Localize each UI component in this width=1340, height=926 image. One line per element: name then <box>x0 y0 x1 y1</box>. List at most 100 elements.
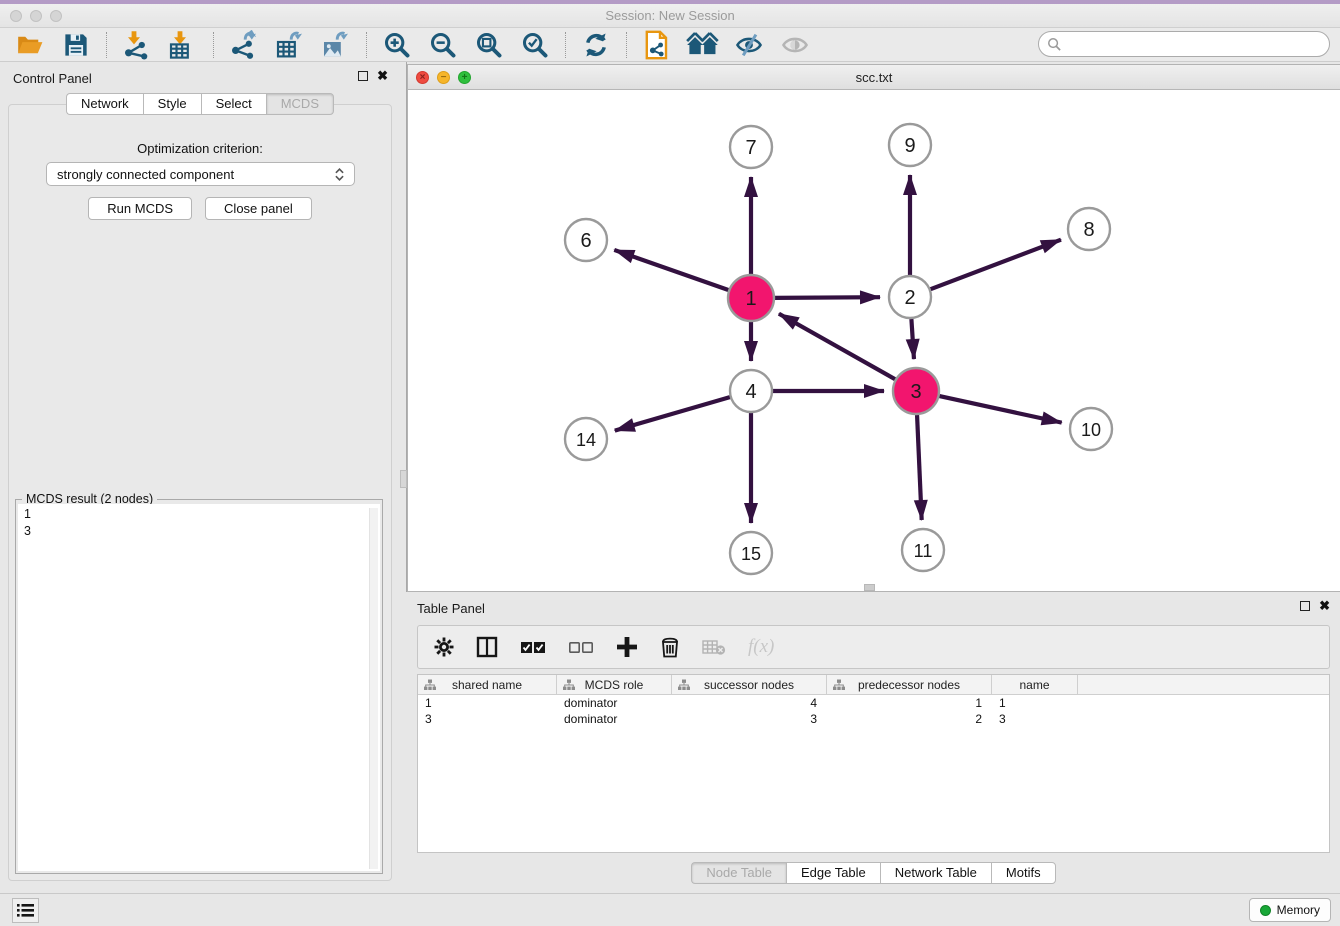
deselect-all-icon[interactable] <box>568 639 594 655</box>
zoom-in-icon[interactable] <box>380 30 414 60</box>
panel-splitter[interactable] <box>400 62 407 592</box>
table-cell[interactable]: 1 <box>418 695 557 711</box>
delete-table-icon[interactable] <box>702 638 726 656</box>
import-table-icon[interactable] <box>166 30 200 60</box>
close-panel-icon[interactable]: ✖ <box>377 71 388 81</box>
graph-edge-3-11[interactable] <box>917 415 922 520</box>
task-history-button[interactable] <box>12 898 39 923</box>
show-graphics-details-icon[interactable] <box>778 30 812 60</box>
tab-style[interactable]: Style <box>143 93 201 115</box>
graph-node-label: 9 <box>904 135 915 157</box>
home-view-icon[interactable] <box>686 30 720 60</box>
splitter-handle[interactable] <box>400 470 407 488</box>
float-panel-icon[interactable] <box>358 71 368 81</box>
new-network-from-selection-icon[interactable] <box>640 30 674 60</box>
zoom-selected-icon[interactable] <box>518 30 552 60</box>
table-cell[interactable]: 4 <box>672 695 827 711</box>
hide-graphics-details-icon[interactable] <box>732 30 766 60</box>
tab-network[interactable]: Network <box>66 93 143 115</box>
export-network-icon[interactable] <box>227 30 261 60</box>
zoom-fit-icon[interactable] <box>472 30 506 60</box>
result-scrollbar[interactable] <box>369 508 378 869</box>
canvas-resize-handle[interactable] <box>864 584 875 591</box>
search-icon <box>1047 37 1062 52</box>
select-all-icon[interactable] <box>520 639 546 655</box>
network-view-titlebar[interactable]: × − + scc.txt <box>408 65 1340 90</box>
mcds-result-list[interactable]: 1 3 <box>18 504 380 871</box>
apply-function-icon[interactable]: f(x) <box>748 636 774 658</box>
application-window: Session: New Session <box>0 0 1340 926</box>
float-table-panel-icon[interactable] <box>1300 601 1310 611</box>
optimization-criterion-label: Optimization criterion: <box>9 141 391 156</box>
graph-edge-2-3[interactable] <box>911 319 914 359</box>
save-session-icon[interactable] <box>59 30 93 60</box>
graph-node-label: 8 <box>1083 219 1094 241</box>
table-header-row: shared nameMCDS rolesuccessor nodesprede… <box>418 675 1329 695</box>
column-header-predecessor-nodes[interactable]: predecessor nodes <box>827 675 992 694</box>
table-row[interactable]: 3dominator323 <box>418 711 1329 727</box>
close-table-panel-icon[interactable]: ✖ <box>1319 601 1330 611</box>
select-stepper-icon <box>335 168 344 181</box>
table-cell[interactable]: 1 <box>827 695 992 711</box>
table-cell[interactable]: 3 <box>992 711 1078 727</box>
window-title: Session: New Session <box>0 8 1340 23</box>
tab-edge-table[interactable]: Edge Table <box>786 862 880 884</box>
search-input[interactable] <box>1062 37 1321 52</box>
graph-edge-1-6[interactable] <box>614 250 728 290</box>
tree-icon <box>678 679 690 691</box>
mcds-result-group: MCDS result (2 nodes) 1 3 <box>15 499 383 874</box>
export-image-icon[interactable] <box>319 30 353 60</box>
column-header-MCDS-role[interactable]: MCDS role <box>557 675 672 694</box>
export-table-icon[interactable] <box>273 30 307 60</box>
graph-edge-4-14[interactable] <box>615 397 730 430</box>
table-cell[interactable]: dominator <box>557 695 672 711</box>
control-panel-title: Control Panel <box>13 71 92 86</box>
network-graph[interactable]: 7968124314101511 <box>408 90 1339 591</box>
graph-edge-3-10[interactable] <box>939 396 1061 423</box>
zoom-out-icon[interactable] <box>426 30 460 60</box>
open-file-icon[interactable] <box>13 30 47 60</box>
table-cell[interactable]: 1 <box>992 695 1078 711</box>
tab-mcds[interactable]: MCDS <box>266 93 334 115</box>
table-cell[interactable]: 3 <box>418 711 557 727</box>
graph-edge-1-2[interactable] <box>775 297 880 298</box>
tab-network-table[interactable]: Network Table <box>880 862 991 884</box>
apply-layout-icon[interactable] <box>579 30 613 60</box>
graph-node-label: 10 <box>1081 420 1101 440</box>
optimization-criterion-select[interactable]: strongly connected component <box>46 162 355 186</box>
run-mcds-button[interactable]: Run MCDS <box>88 197 192 220</box>
column-settings-icon[interactable] <box>434 637 454 657</box>
column-header-shared-name[interactable]: shared name <box>418 675 557 694</box>
table-tabs: Node Table Edge Table Network Table Moti… <box>407 862 1340 884</box>
column-header-name[interactable]: name <box>992 675 1078 694</box>
table-cell[interactable]: 3 <box>672 711 827 727</box>
graph-edge-2-8[interactable] <box>931 240 1061 290</box>
table-cell[interactable]: dominator <box>557 711 672 727</box>
tab-node-table[interactable]: Node Table <box>691 862 786 884</box>
tree-icon <box>424 679 436 691</box>
graph-node-label: 4 <box>745 381 756 403</box>
import-network-icon[interactable] <box>120 30 154 60</box>
network-view-title: scc.txt <box>408 70 1340 85</box>
delete-row-icon[interactable] <box>660 636 680 658</box>
graph-node-label: 11 <box>914 541 933 561</box>
table-cell[interactable]: 2 <box>827 711 992 727</box>
control-panel: Control Panel ✖ Network Style Select MCD… <box>0 62 400 893</box>
fx-label: f(x) <box>748 636 774 658</box>
network-canvas[interactable]: 7968124314101511 <box>408 90 1339 591</box>
graph-edge-3-1[interactable] <box>779 314 895 380</box>
close-panel-button[interactable]: Close panel <box>205 197 312 220</box>
graph-node-label: 3 <box>910 381 921 403</box>
table-row[interactable]: 1dominator411 <box>418 695 1329 711</box>
table-toolbar: f(x) <box>417 625 1330 669</box>
tree-icon <box>833 679 845 691</box>
memory-button[interactable]: Memory <box>1249 898 1331 922</box>
node-table[interactable]: shared nameMCDS rolesuccessor nodesprede… <box>417 674 1330 853</box>
add-row-icon[interactable] <box>616 636 638 658</box>
search-field[interactable] <box>1038 31 1330 57</box>
column-header-successor-nodes[interactable]: successor nodes <box>672 675 827 694</box>
tree-icon <box>563 679 575 691</box>
toggle-column-display-icon[interactable] <box>476 636 498 658</box>
tab-motifs[interactable]: Motifs <box>991 862 1056 884</box>
tab-select[interactable]: Select <box>201 93 266 115</box>
